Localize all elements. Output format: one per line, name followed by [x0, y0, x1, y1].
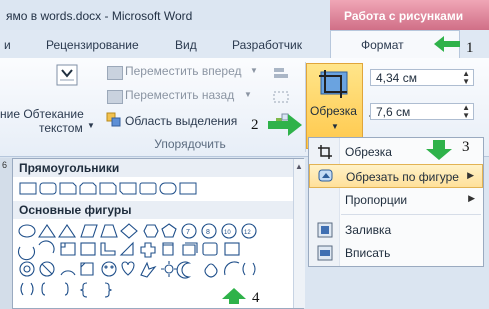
- bring-forward-dropdown-icon[interactable]: ▼: [250, 66, 258, 75]
- arrange-group-label: Упорядочить: [154, 137, 226, 151]
- step4-number: 4: [252, 290, 260, 306]
- svg-text:7: 7: [186, 229, 190, 236]
- send-backward-dropdown-icon[interactable]: ▼: [244, 90, 252, 99]
- selection-pane-button[interactable]: Область выделения: [125, 114, 237, 128]
- tab-home-partial[interactable]: и: [4, 38, 11, 52]
- menu-item-aspect-ratio-label: Пропорции: [345, 193, 408, 207]
- submenu-arrow-icon: ▶: [467, 170, 474, 180]
- wrap-text-label-1[interactable]: ние Обтекание: [0, 107, 84, 121]
- bring-forward-button[interactable]: Переместить вперед: [125, 64, 241, 78]
- tab-format-label: Формат: [361, 38, 404, 52]
- svg-text:12: 12: [244, 230, 251, 236]
- window-title: ямо в words.docx - Microsoft Word: [6, 9, 193, 23]
- fill-icon: [317, 222, 333, 238]
- menu-item-fit[interactable]: Вписать: [309, 241, 483, 265]
- crop-dropdown-menu: Обрезка Обрезать по фигуре ▶ Пропорции ▶…: [308, 137, 484, 267]
- wrap-text-label-2[interactable]: текстом: [39, 121, 83, 135]
- basic-shapes-section-title: Основные фигуры: [19, 203, 132, 217]
- send-backward-button[interactable]: Переместить назад: [125, 88, 234, 102]
- tab-review[interactable]: Рецензирование: [46, 38, 139, 52]
- step2-arrow-icon: [268, 114, 302, 136]
- rectangles-shapes-row[interactable]: [19, 181, 219, 197]
- shape-height-input[interactable]: 4,34 см ▲ ▼: [370, 69, 474, 86]
- step1-number: 1: [466, 40, 474, 56]
- height-spinner-icon[interactable]: ▲ ▼: [462, 70, 470, 86]
- gallery-scrollbar[interactable]: ▲: [293, 159, 305, 308]
- crop-dropdown-icon: ▼: [331, 122, 339, 131]
- step1-arrow-icon: [434, 36, 460, 52]
- bring-forward-icon: [107, 66, 123, 80]
- menu-item-crop[interactable]: Обрезка: [309, 140, 483, 164]
- menu-item-crop-to-shape-label: Обрезать по фигуре: [346, 170, 459, 184]
- menu-item-fit-label: Вписать: [345, 246, 391, 260]
- scroll-up-icon[interactable]: ▲: [295, 162, 303, 171]
- wrap-text-icon: [56, 64, 78, 86]
- rectangles-section-header: Прямоугольники: [13, 159, 293, 177]
- tab-view[interactable]: Вид: [175, 38, 197, 52]
- menu-item-crop-to-shape[interactable]: Обрезать по фигуре ▶: [309, 164, 483, 188]
- group-icon[interactable]: [272, 90, 292, 104]
- menu-item-fill-label: Заливка: [345, 223, 392, 237]
- step2-number: 2: [251, 117, 259, 133]
- ruler-mark: 6: [2, 160, 8, 170]
- wrap-text-dropdown-icon[interactable]: ▼: [87, 121, 95, 130]
- menu-item-fill[interactable]: Заливка: [309, 218, 483, 242]
- menu-separator: [341, 214, 481, 215]
- step4-arrow-icon: [222, 288, 246, 304]
- step3-arrow-icon: [426, 140, 452, 160]
- crop-small-icon: [318, 145, 332, 159]
- tab-developer[interactable]: Разработчик: [232, 38, 302, 52]
- shape-width-input[interactable]: 7,6 см ▲ ▼: [370, 103, 474, 120]
- fit-icon: [317, 245, 333, 261]
- crop-icon: [319, 70, 348, 98]
- align-icon[interactable]: [272, 66, 292, 80]
- shape-width-value: 7,6 см: [376, 105, 411, 119]
- crop-to-shape-icon: [318, 169, 333, 182]
- crop-button-label: Обрезка: [310, 104, 357, 118]
- basic-shapes-section-header: Основные фигуры: [13, 201, 293, 219]
- svg-text:8: 8: [206, 229, 210, 236]
- rectangles-section-title: Прямоугольники: [19, 161, 120, 175]
- send-backward-icon: [107, 90, 123, 104]
- step3-number: 3: [462, 139, 470, 155]
- menu-item-aspect-ratio[interactable]: Пропорции ▶: [309, 188, 483, 212]
- menu-item-crop-label: Обрезка: [345, 145, 392, 159]
- width-spinner-icon[interactable]: ▲ ▼: [462, 104, 470, 120]
- shape-height-value: 4,34 см: [376, 71, 417, 85]
- selection-pane-icon: [106, 112, 121, 127]
- picture-tools-label: Работа с рисунками: [344, 9, 464, 23]
- submenu-arrow-icon: ▶: [468, 193, 475, 203]
- shapes-gallery: Прямоугольники Основные фигуры 7 8 10 12: [12, 158, 305, 309]
- svg-text:10: 10: [224, 230, 231, 236]
- picture-tools-context-tab: Работа с рисунками: [330, 0, 489, 30]
